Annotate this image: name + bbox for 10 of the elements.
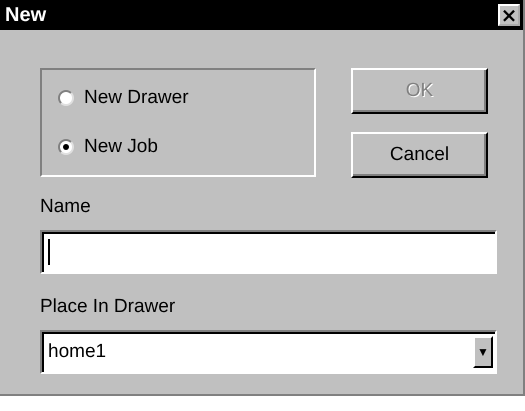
drawer-label: Place In Drawer xyxy=(40,296,176,318)
name-field[interactable] xyxy=(40,230,497,274)
name-label: Name xyxy=(40,196,92,218)
window-title: New xyxy=(5,4,46,26)
dropdown-button[interactable]: ▼ xyxy=(473,336,493,368)
radio-option[interactable]: New Drawer xyxy=(58,87,298,110)
close-button[interactable]: × xyxy=(498,4,520,26)
drawer-dropdown[interactable]: home1 ▼ xyxy=(40,330,497,374)
radio-option[interactable]: New Job xyxy=(58,136,298,158)
cancel-button[interactable]: Cancel xyxy=(351,132,488,178)
